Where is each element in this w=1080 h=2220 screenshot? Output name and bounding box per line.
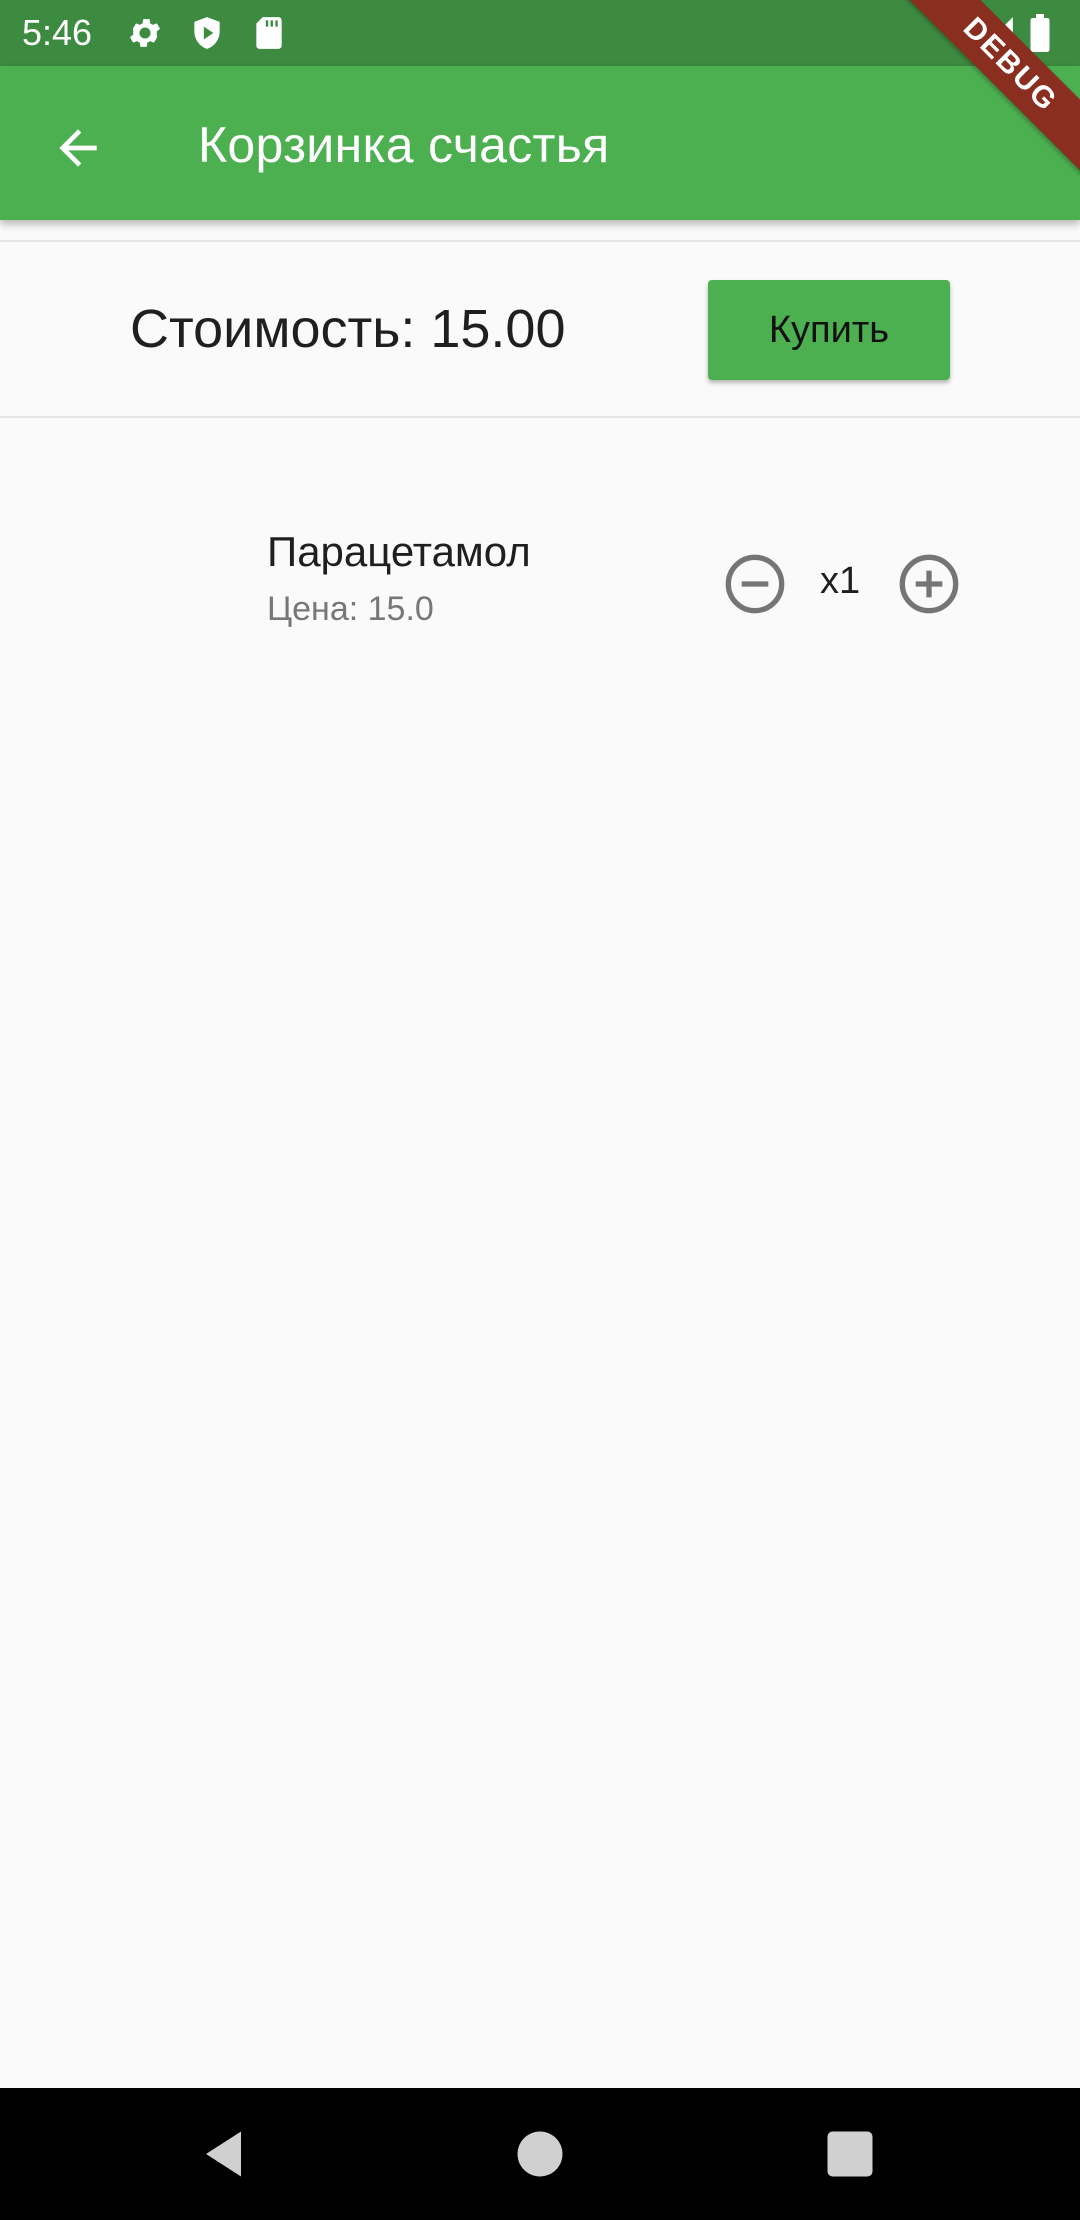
arrow-back-icon xyxy=(59,129,97,167)
divider-top xyxy=(0,240,1080,242)
status-time: 5:46 xyxy=(22,12,93,53)
plus-circle-icon xyxy=(899,554,959,614)
nav-back-button[interactable] xyxy=(196,2124,256,2184)
minus-circle-icon xyxy=(725,554,785,614)
item-price: Цена: 15.0 xyxy=(267,590,434,628)
shield-play-icon xyxy=(188,14,226,52)
page-title: Корзинка счастья xyxy=(198,117,610,173)
total-cost: Стоимость: 15.00 xyxy=(130,299,566,359)
screen: 5:46 Корзинка счастья DEBUG Стоимость: 1… xyxy=(0,0,1080,2220)
divider-bottom xyxy=(0,416,1080,418)
recents-square-icon xyxy=(827,2131,873,2177)
battery-icon xyxy=(1028,14,1052,52)
sd-card-icon xyxy=(250,14,288,52)
gear-icon xyxy=(126,14,164,52)
status-bar: 5:46 xyxy=(0,0,1080,66)
navigation-bar xyxy=(0,2088,1080,2220)
increase-quantity-button[interactable] xyxy=(897,552,961,616)
nav-home-button[interactable] xyxy=(510,2124,570,2184)
home-circle-icon xyxy=(517,2131,563,2177)
nav-recents-button[interactable] xyxy=(820,2124,880,2184)
back-button[interactable] xyxy=(36,106,120,190)
item-quantity: x1 xyxy=(820,560,861,602)
item-name: Парацетамол xyxy=(267,528,531,575)
app-bar: Корзинка счастья xyxy=(0,66,1080,220)
buy-button[interactable]: Купить xyxy=(708,280,950,380)
decrease-quantity-button[interactable] xyxy=(723,552,787,616)
back-triangle-icon xyxy=(206,2131,241,2177)
